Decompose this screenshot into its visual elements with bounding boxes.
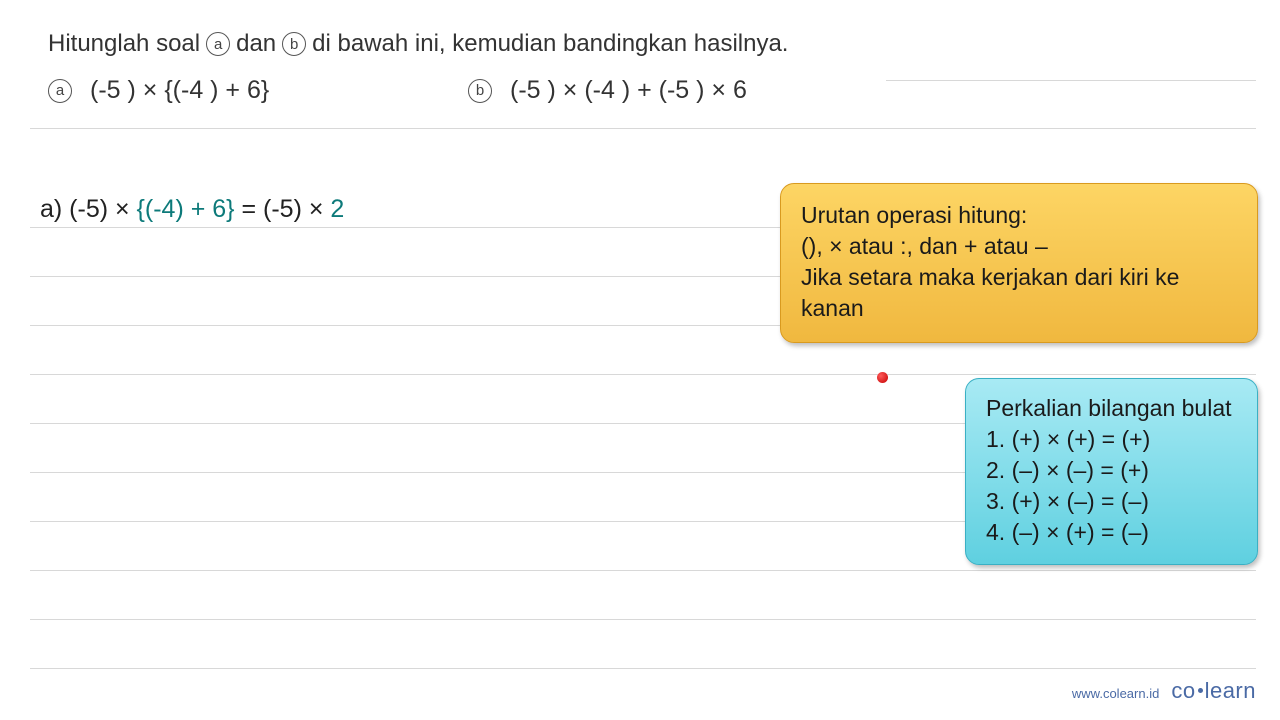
footer: www.colearn.id colearn: [1072, 678, 1256, 704]
problem-b-label: b: [468, 79, 492, 103]
work-mid: = (-5) ×: [235, 195, 331, 223]
callout-cyan-rule-2: 2. (–) × (–) = (+): [986, 455, 1237, 486]
ruled-line: [30, 570, 1256, 571]
problem-a: a (-5 ) × {(-4 ) + 6}: [48, 76, 448, 105]
work-highlight-1: {(-4) + 6}: [137, 195, 235, 223]
problem-b: b (-5 ) × (-4 ) + (-5 ) × 6: [468, 76, 747, 105]
problem-a-label: a: [48, 79, 72, 103]
callout-yellow-line3: Jika setara maka kerjakan dari kiri ke k…: [801, 262, 1237, 324]
callout-integer-multiplication: Perkalian bilangan bulat 1. (+) × (+) = …: [965, 378, 1258, 565]
work-highlight-2: 2: [330, 195, 344, 223]
pointer-dot-icon: [877, 372, 888, 383]
instruction-label-a: a: [206, 32, 230, 56]
instruction-text: Hitunglah soal a dan b di bawah ini, kem…: [48, 30, 1232, 58]
callout-cyan-title: Perkalian bilangan bulat: [986, 393, 1237, 424]
ruled-line: [30, 619, 1256, 620]
callout-cyan-rule-1: 1. (+) × (+) = (+): [986, 424, 1237, 455]
instruction-part2: dan: [236, 30, 276, 58]
dot-icon: [1198, 688, 1203, 693]
callout-cyan-rule-4: 4. (–) × (+) = (–): [986, 517, 1237, 548]
ruled-line: [30, 668, 1256, 669]
callout-yellow-line1: Urutan operasi hitung:: [801, 200, 1237, 231]
ruled-line-short: [886, 80, 1256, 81]
callout-order-of-operations: Urutan operasi hitung: (), × atau :, dan…: [780, 183, 1258, 343]
footer-url: www.colearn.id: [1072, 686, 1159, 701]
instruction-label-b: b: [282, 32, 306, 56]
problem-a-expression: (-5 ) × {(-4 ) + 6}: [90, 76, 269, 105]
instruction-part3: di bawah ini, kemudian bandingkan hasiln…: [312, 30, 788, 58]
footer-logo: colearn: [1171, 678, 1256, 704]
ruled-line: [30, 128, 1256, 129]
instruction-part1: Hitunglah soal: [48, 30, 200, 58]
callout-cyan-rule-3: 3. (+) × (–) = (–): [986, 486, 1237, 517]
ruled-line: [30, 374, 1256, 375]
footer-logo-learn: learn: [1205, 678, 1256, 703]
footer-logo-co: co: [1171, 678, 1195, 703]
callout-yellow-line2: (), × atau :, dan + atau –: [801, 231, 1237, 262]
work-step-a: a) (-5) × {(-4) + 6} = (-5) × 2: [40, 195, 344, 224]
problem-b-expression: (-5 ) × (-4 ) + (-5 ) × 6: [510, 76, 747, 105]
work-prefix: a) (-5) ×: [40, 195, 137, 223]
